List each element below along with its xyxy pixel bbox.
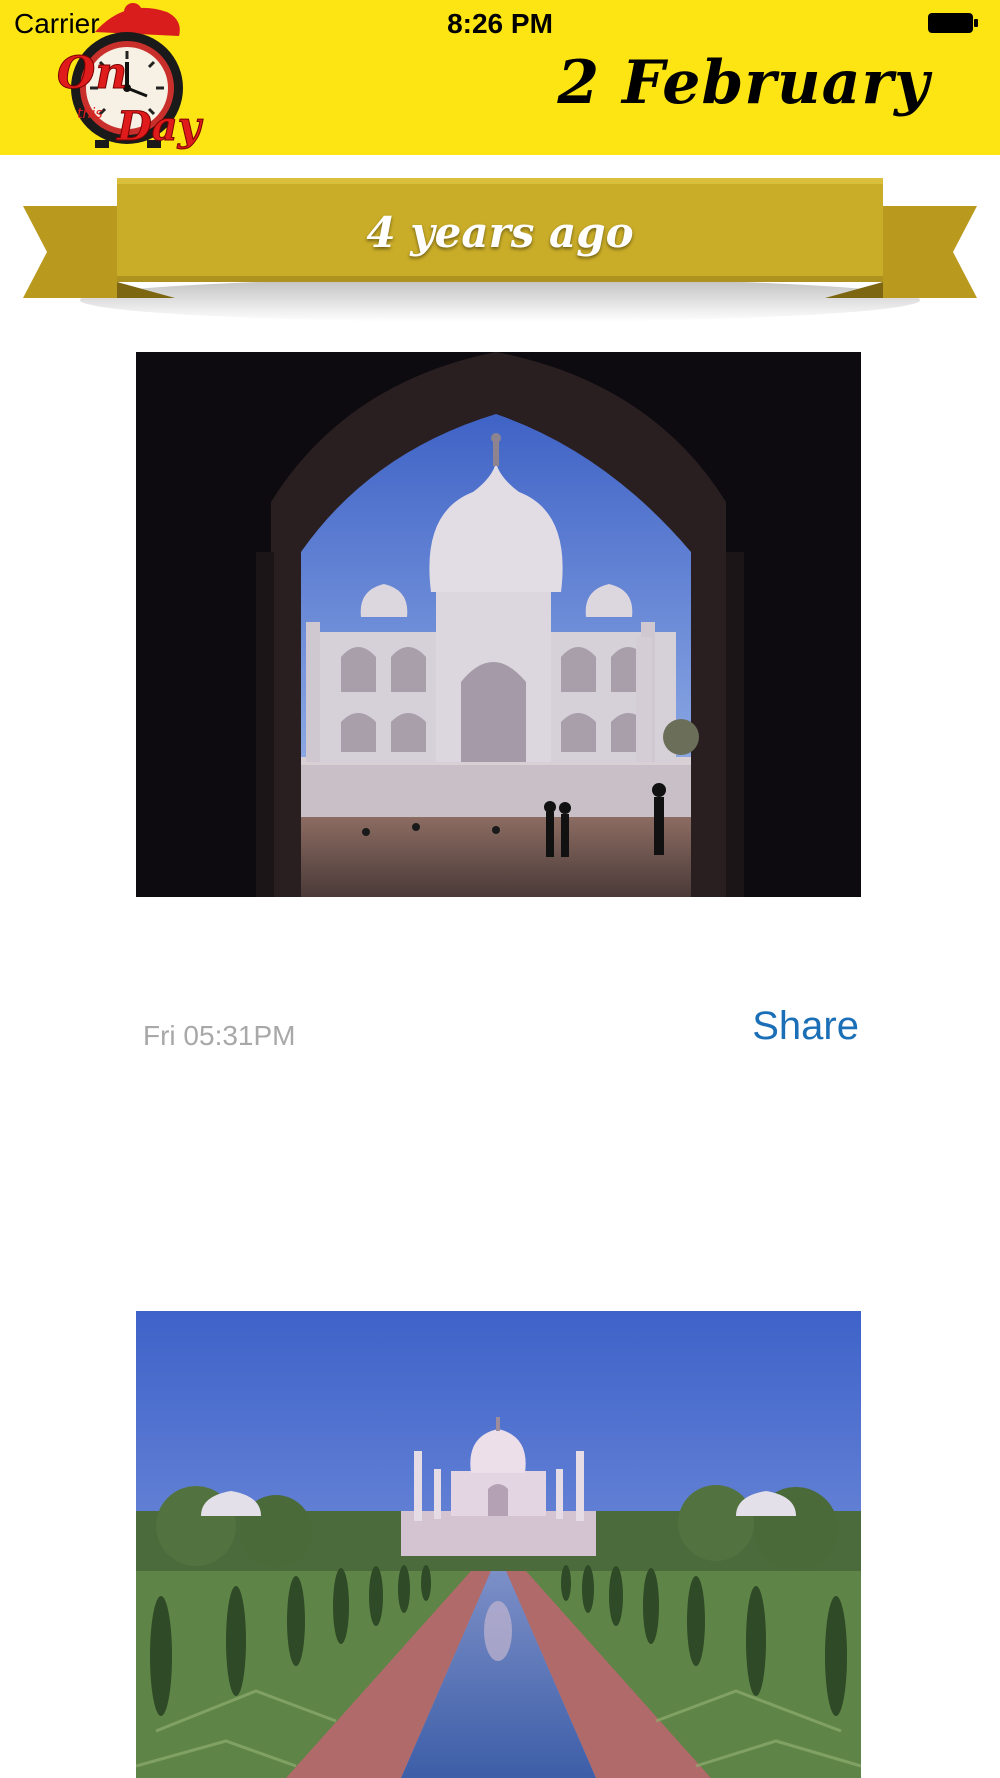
post-photo[interactable] — [136, 352, 861, 897]
app-screen: Carrier 8:26 PM On this Day 2 February 4… — [0, 0, 1000, 1778]
header-bar: Carrier 8:26 PM On this Day 2 February — [0, 0, 1000, 155]
ribbon-label: 4 years ago — [366, 207, 634, 257]
share-button[interactable]: Share — [752, 1004, 859, 1049]
taj-mahal-through-arch-photo-icon — [136, 352, 861, 897]
svg-text:Day: Day — [116, 103, 204, 150]
post-timestamp: Fri 05:31PM — [143, 1020, 296, 1051]
svg-text:On: On — [57, 48, 127, 99]
on-this-day-clock-logo-icon: On this Day — [57, 3, 204, 150]
date-title: 2 February — [557, 48, 930, 118]
svg-text:this: this — [77, 106, 103, 122]
taj-mahal-garden-view-photo-icon — [136, 1311, 861, 1778]
battery-icon — [928, 13, 978, 33]
next-post-photo[interactable] — [136, 1311, 861, 1778]
